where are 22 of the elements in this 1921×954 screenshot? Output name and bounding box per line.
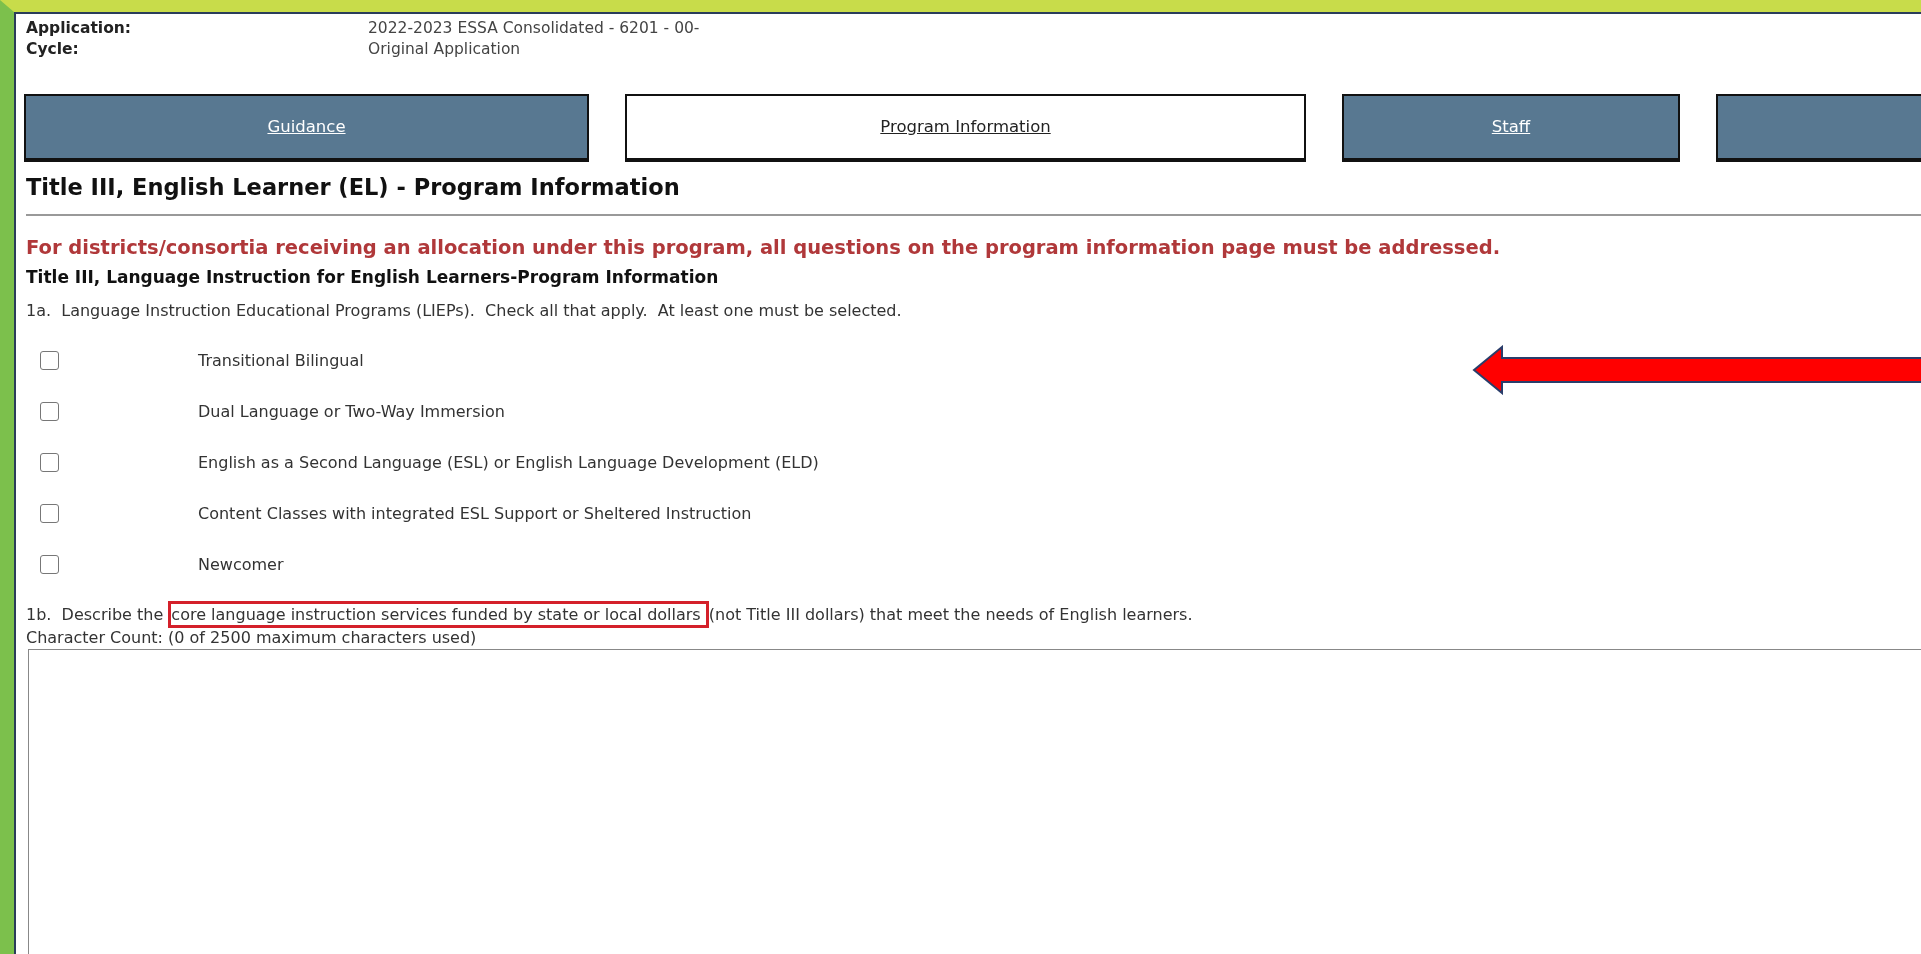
tab[interactable]: Guidance xyxy=(24,94,589,162)
checkbox[interactable] xyxy=(40,351,59,370)
section-title: Title III, Language Instruction for English Learners-Program Information xyxy=(26,267,720,287)
notice-text: For districts/consortia receiving an allocation under this program, all questions on the program information page must be addressed. xyxy=(26,236,1502,259)
option-label: Dual Language or Two-Way Immersion xyxy=(198,402,505,421)
option-label: Transitional Bilingual xyxy=(198,351,364,370)
tab[interactable]: Program Information xyxy=(625,94,1306,162)
checkbox[interactable] xyxy=(40,504,59,523)
field-label: Cycle: xyxy=(26,39,80,60)
page-title: Title III, English Learner (EL) - Program Information xyxy=(26,162,1921,216)
tab[interactable]: Staff xyxy=(1342,94,1680,162)
character-count: Character Count: (0 of 2500 maximum characters used) xyxy=(26,628,478,647)
field-value: 2022-2023 ESSA Consolidated - 6201 - 00- xyxy=(368,18,701,39)
option-label: English as a Second Language (ESL) or English Language Development (ELD) xyxy=(198,453,819,472)
question-text: 1a. Language Instruction Educational Programs (LIEPs). Check all that apply. At least one must be selected. xyxy=(26,301,903,320)
checkbox[interactable] xyxy=(40,402,59,421)
field-value: Original Application xyxy=(368,39,522,60)
checkbox[interactable] xyxy=(40,555,59,574)
field-label: Application: xyxy=(26,18,133,39)
option-label: Newcomer xyxy=(198,555,284,574)
checkbox[interactable] xyxy=(40,453,59,472)
option-label: Content Classes with integrated ESL Support or Sheltered Instruction xyxy=(198,504,752,523)
